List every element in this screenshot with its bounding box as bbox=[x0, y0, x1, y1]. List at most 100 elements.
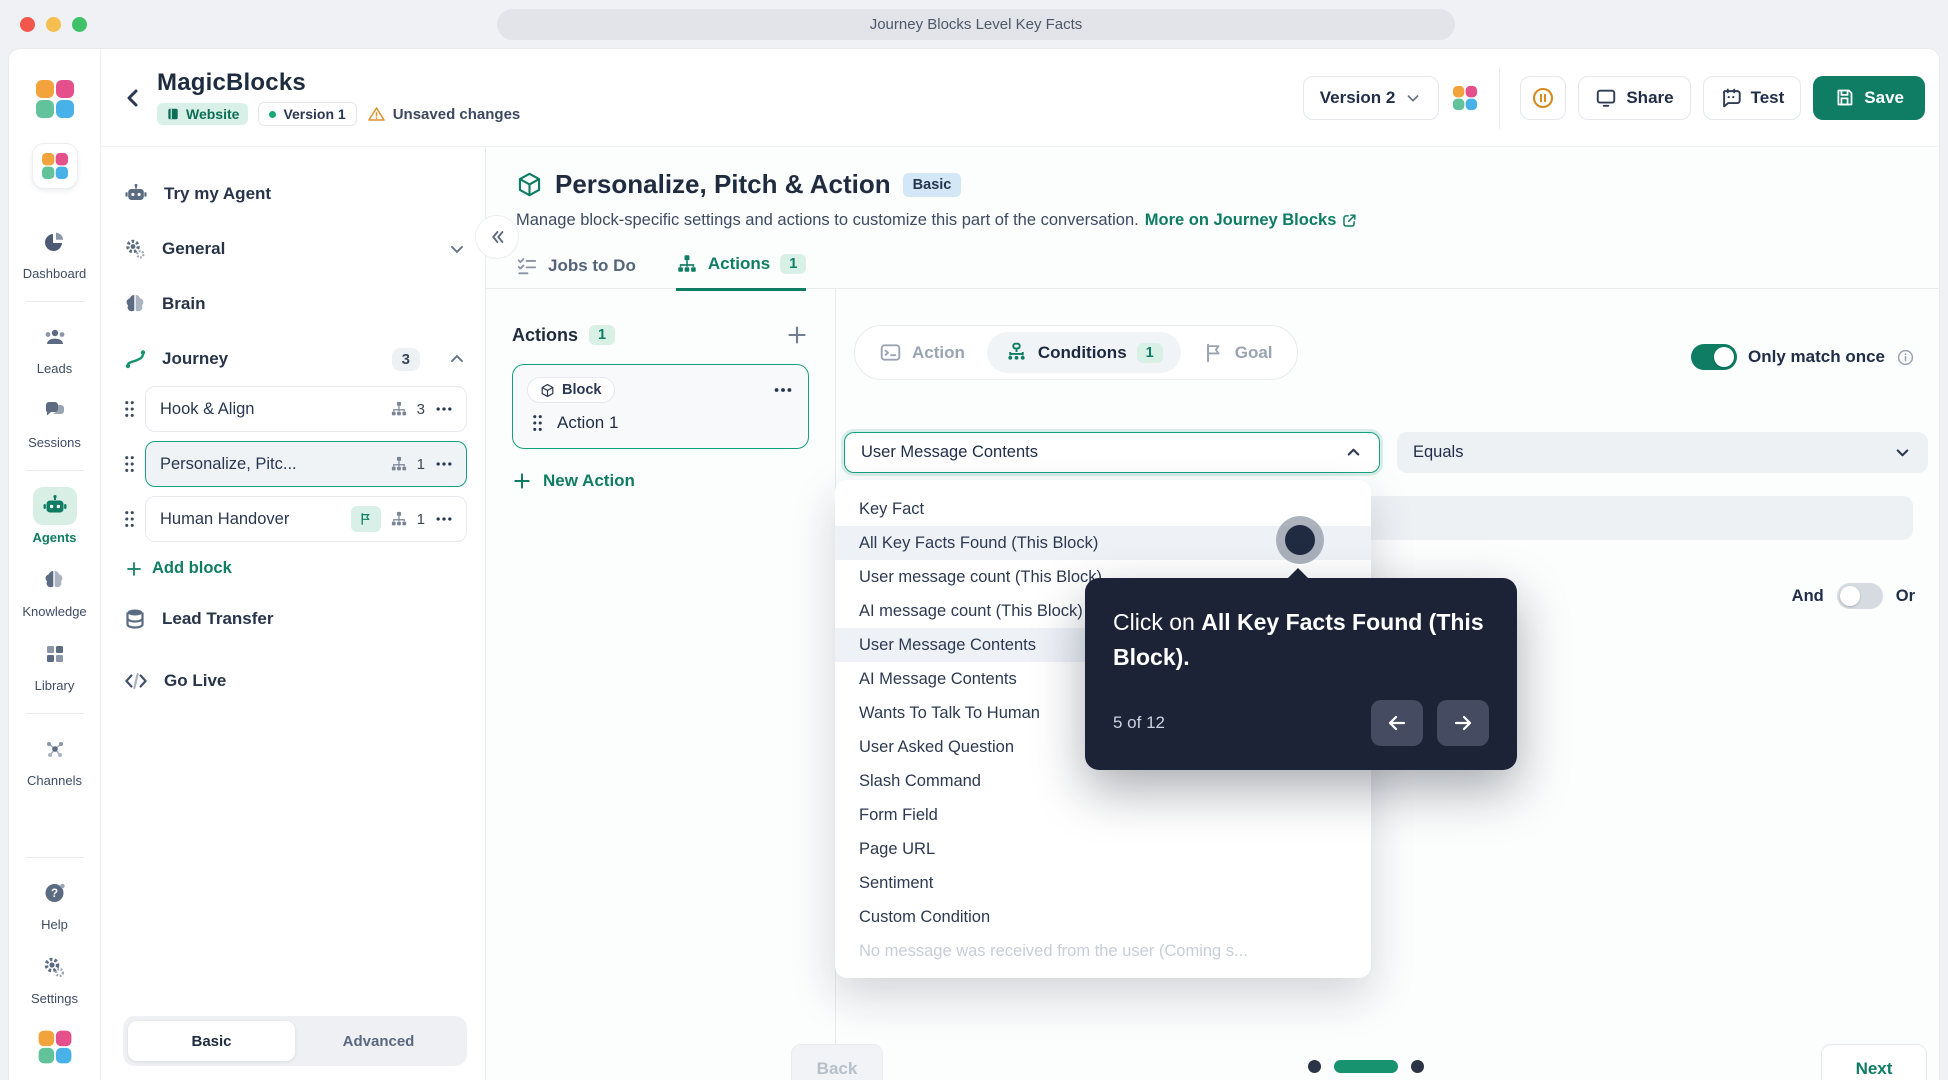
sidebar-item-library[interactable]: Library bbox=[33, 635, 77, 693]
monitor-icon bbox=[1597, 89, 1616, 107]
maximize-window-icon[interactable] bbox=[72, 17, 87, 32]
tour-next-button[interactable] bbox=[1437, 700, 1489, 746]
dropdown-option-sentiment[interactable]: Sentiment bbox=[835, 866, 1371, 900]
test-button[interactable]: Test bbox=[1702, 75, 1802, 120]
more-menu-icon[interactable] bbox=[434, 399, 454, 419]
journey-block-personalize[interactable]: Personalize, Pitc... 1 bbox=[145, 441, 467, 487]
agent-sidebar: Try my Agent General Brain Journey 3 Hoo… bbox=[101, 146, 486, 1080]
sidebar-item-knowledge[interactable]: Knowledge bbox=[22, 561, 87, 619]
sidebar-item-try-my-agent[interactable]: Try my Agent bbox=[123, 173, 467, 215]
divider bbox=[1499, 66, 1501, 129]
drag-handle-icon[interactable] bbox=[123, 399, 136, 419]
tab-conditions[interactable]: Conditions 1 bbox=[986, 332, 1181, 373]
pause-agent-button[interactable] bbox=[1520, 75, 1567, 120]
tour-beacon[interactable] bbox=[1276, 516, 1324, 564]
sitemap-icon bbox=[391, 401, 406, 416]
close-window-icon[interactable] bbox=[20, 17, 35, 32]
pie-chart-icon bbox=[32, 223, 76, 261]
add-block-button[interactable]: Add block bbox=[125, 559, 467, 578]
action-more-menu-icon[interactable] bbox=[772, 379, 794, 401]
chat-bubbles-icon bbox=[33, 392, 77, 430]
sidebar-item-general[interactable]: General bbox=[123, 228, 467, 270]
tour-prev-button[interactable] bbox=[1371, 700, 1423, 746]
more-menu-icon[interactable] bbox=[434, 454, 454, 474]
progress-dot-active[interactable] bbox=[1334, 1060, 1398, 1073]
code-icon bbox=[125, 673, 147, 689]
and-or-toggle[interactable] bbox=[1836, 583, 1883, 609]
block-title: Personalize, Pitch & Action bbox=[555, 169, 891, 199]
cube-icon bbox=[541, 383, 554, 397]
collapse-sidebar-button[interactable] bbox=[475, 215, 519, 259]
external-link-icon bbox=[1343, 214, 1356, 227]
mode-tab-advanced[interactable]: Advanced bbox=[295, 1021, 462, 1061]
journey-blocks-link[interactable]: More on Journey Blocks bbox=[1145, 211, 1359, 230]
plus-icon bbox=[514, 473, 530, 489]
workspace-logo-icon[interactable] bbox=[1451, 84, 1479, 112]
website-badge: Website bbox=[157, 103, 249, 125]
agent-app-icon[interactable] bbox=[31, 143, 78, 189]
share-button[interactable]: Share bbox=[1578, 75, 1691, 120]
sitemap-icon bbox=[676, 253, 698, 275]
add-action-icon[interactable] bbox=[785, 323, 809, 347]
dropdown-option-form-field[interactable]: Form Field bbox=[835, 798, 1371, 832]
divider bbox=[25, 713, 84, 714]
sidebar-item-leads[interactable]: Leads bbox=[33, 318, 77, 376]
only-match-once-toggle[interactable] bbox=[1691, 344, 1738, 370]
block-tabs: Jobs to Do Actions 1 bbox=[516, 253, 1939, 291]
sidebar-item-brain[interactable]: Brain bbox=[123, 283, 467, 325]
agent-heading: MagicBlocks Website Version 1 Unsaved ch… bbox=[157, 69, 520, 126]
progress-dot[interactable] bbox=[1411, 1060, 1424, 1073]
back-icon[interactable] bbox=[121, 86, 145, 110]
new-action-button[interactable]: New Action bbox=[512, 471, 809, 491]
warning-icon bbox=[367, 107, 385, 121]
sidebar-item-agents[interactable]: Agents bbox=[32, 487, 77, 545]
action-card[interactable]: Block Action 1 bbox=[512, 364, 809, 449]
tab-action[interactable]: Action bbox=[861, 332, 983, 373]
users-icon bbox=[33, 318, 77, 356]
info-icon[interactable] bbox=[1896, 348, 1915, 367]
conditions-count-badge: 1 bbox=[1136, 342, 1163, 363]
checklist-icon bbox=[516, 255, 538, 277]
sidebar-item-go-live[interactable]: Go Live bbox=[123, 660, 467, 702]
chevron-down-icon bbox=[1893, 443, 1912, 462]
condition-field-select[interactable]: User Message Contents bbox=[844, 432, 1380, 473]
drag-handle-icon[interactable] bbox=[531, 413, 544, 433]
tab-goal[interactable]: Goal bbox=[1185, 333, 1291, 373]
sidebar-item-lead-transfer[interactable]: Lead Transfer bbox=[123, 598, 467, 640]
version-selector[interactable]: Version 2 bbox=[1302, 75, 1440, 120]
flag-icon bbox=[361, 513, 370, 525]
journey-block-hook-align[interactable]: Hook & Align 3 bbox=[145, 386, 467, 432]
sidebar-item-journey[interactable]: Journey 3 bbox=[123, 338, 467, 380]
next-button[interactable]: Next bbox=[1821, 1044, 1927, 1080]
actions-list-panel: Actions 1 Block Action 1 New Action bbox=[486, 289, 836, 1080]
drag-handle-icon[interactable] bbox=[123, 454, 136, 474]
save-button[interactable]: Save bbox=[1813, 75, 1925, 120]
mode-tab-basic[interactable]: Basic bbox=[128, 1021, 295, 1061]
dropdown-option-page-url[interactable]: Page URL bbox=[835, 832, 1371, 866]
flag-icon bbox=[1206, 343, 1220, 362]
more-menu-icon[interactable] bbox=[434, 509, 454, 529]
sidebar-item-help[interactable]: ? Help bbox=[33, 874, 77, 932]
dropdown-option-custom-condition[interactable]: Custom Condition bbox=[835, 900, 1371, 934]
sidebar-item-dashboard[interactable]: Dashboard bbox=[23, 223, 86, 281]
divider bbox=[25, 470, 84, 471]
tab-actions[interactable]: Actions 1 bbox=[675, 253, 807, 291]
traffic-lights bbox=[20, 17, 87, 32]
minimize-window-icon[interactable] bbox=[46, 17, 61, 32]
tab-jobs-to-do[interactable]: Jobs to Do bbox=[516, 253, 636, 291]
agent-badges: Website Version 1 Unsaved changes bbox=[157, 102, 520, 126]
condition-operator-select[interactable]: Equals bbox=[1397, 432, 1928, 473]
back-button[interactable]: Back bbox=[791, 1044, 883, 1080]
sitemap-icon bbox=[1008, 342, 1025, 360]
grid-icon bbox=[33, 635, 77, 673]
sidebar-item-sessions[interactable]: Sessions bbox=[28, 392, 81, 450]
sidebar-item-channels[interactable]: Channels bbox=[27, 730, 82, 788]
robot-icon bbox=[125, 183, 147, 200]
journey-block-human-handover[interactable]: Human Handover 1 bbox=[145, 496, 467, 542]
progress-dot[interactable] bbox=[1308, 1060, 1321, 1073]
drag-handle-icon[interactable] bbox=[123, 509, 136, 529]
chevron-down-icon bbox=[1407, 94, 1419, 102]
sidebar-item-settings[interactable]: Settings bbox=[31, 948, 78, 1006]
sitemap-icon bbox=[391, 511, 406, 526]
sitemap-icon bbox=[391, 456, 406, 471]
